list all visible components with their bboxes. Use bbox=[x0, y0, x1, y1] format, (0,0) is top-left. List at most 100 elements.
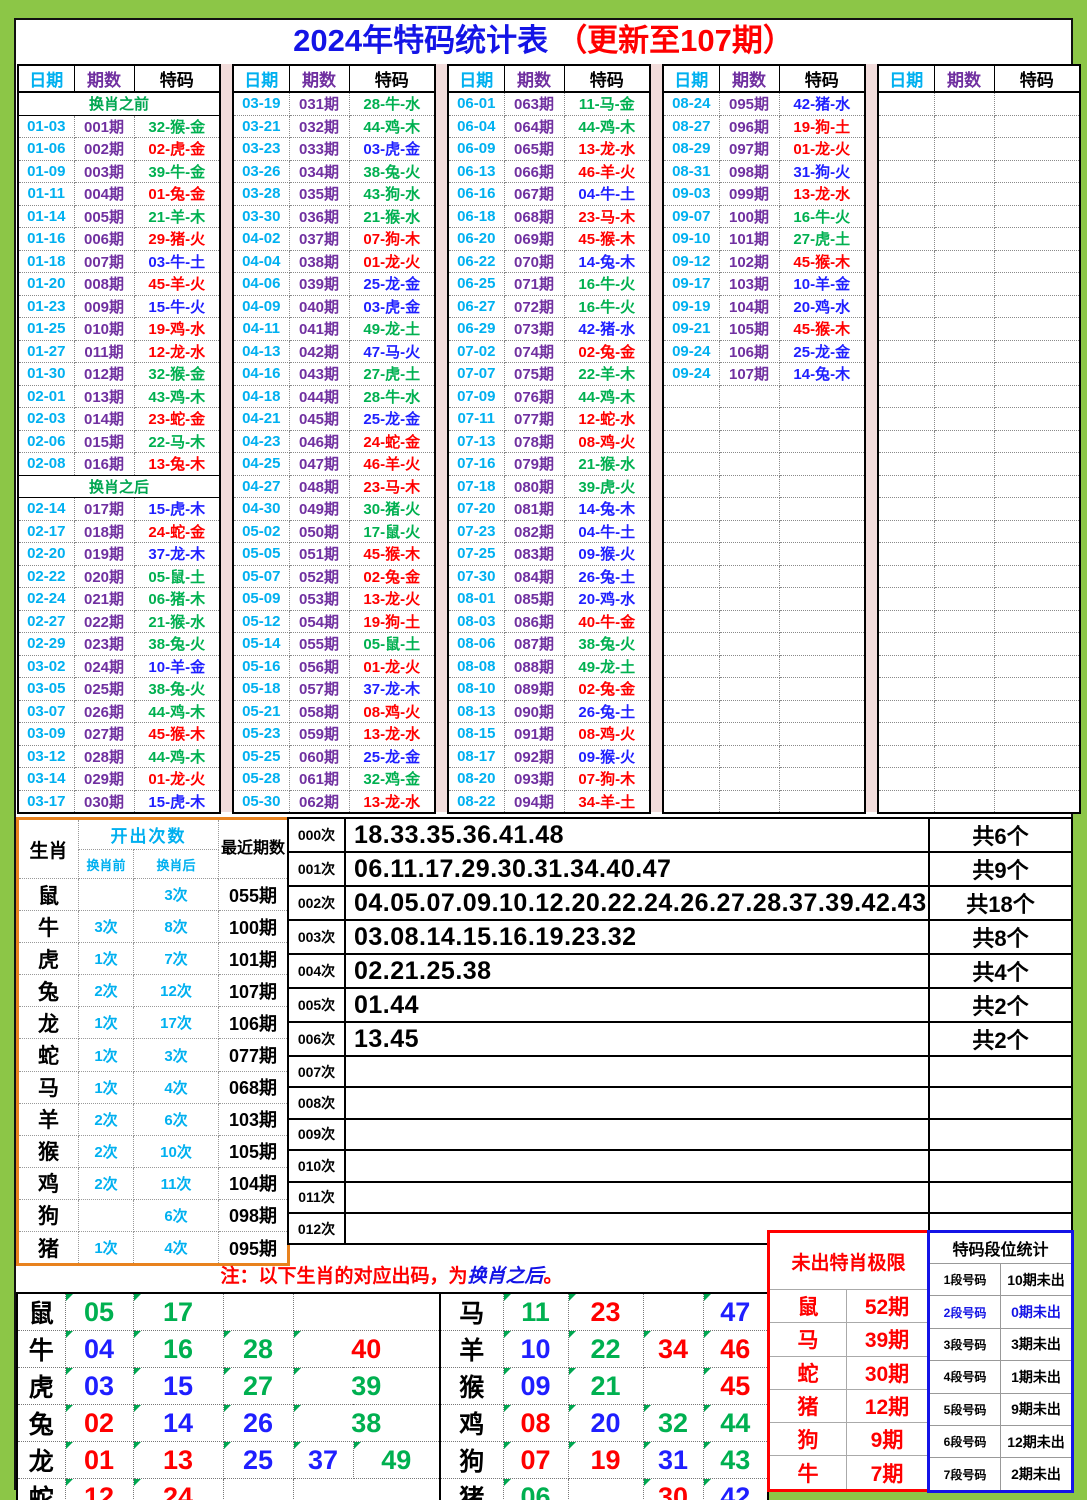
zodiac-cell: 蛇 bbox=[18, 1039, 79, 1071]
note-suffix: 。 bbox=[544, 1266, 563, 1287]
date-cell: 04-13 bbox=[233, 340, 289, 363]
grid-row: 03-12028期44-鸡-木 bbox=[18, 745, 220, 768]
date-cell bbox=[663, 498, 719, 521]
date-cell: 07-16 bbox=[448, 453, 504, 476]
code-cell bbox=[994, 565, 1080, 588]
date-cell: 02-17 bbox=[18, 520, 74, 543]
recent-period-cell: 068期 bbox=[219, 1071, 289, 1103]
date-cell: 05-14 bbox=[233, 633, 289, 656]
date-cell: 07-07 bbox=[448, 363, 504, 386]
grid-row: 09-03099期13-龙-水 bbox=[663, 183, 865, 206]
period-cell: 053期 bbox=[289, 588, 349, 611]
count-after-cell: 12次 bbox=[134, 975, 219, 1007]
count-after-cell: 11次 bbox=[134, 1167, 219, 1199]
missing-period-cell: 39期 bbox=[847, 1323, 929, 1356]
grid-row: 05-05051期45-猴-木 bbox=[233, 543, 435, 566]
frequency-count-cell: 共2个 bbox=[929, 1022, 1072, 1056]
code-cell: 45-猴-木 bbox=[564, 228, 650, 251]
period-cell: 042期 bbox=[289, 340, 349, 363]
code-cell: 03-虎-金 bbox=[349, 138, 435, 161]
grid-row bbox=[878, 273, 1080, 296]
period-cell: 007期 bbox=[74, 250, 134, 273]
grid-row bbox=[878, 565, 1080, 588]
grid-row: 02-03014期23-蛇-金 bbox=[18, 408, 220, 431]
period-cell: 101期 bbox=[719, 228, 779, 251]
period-cell bbox=[934, 610, 994, 633]
code-cell bbox=[994, 700, 1080, 723]
date-cell bbox=[878, 318, 934, 341]
grid-row bbox=[663, 745, 865, 768]
frequency-numbers-cell: 13.45 bbox=[345, 1022, 929, 1056]
number-cell: 32 bbox=[643, 1405, 703, 1442]
date-cell: 01-06 bbox=[18, 138, 74, 161]
period-cell: 090期 bbox=[504, 700, 564, 723]
grid-row bbox=[663, 655, 865, 678]
grid-header-date: 日期 bbox=[663, 65, 719, 92]
code-cell: 02-兔-金 bbox=[564, 678, 650, 701]
frequency-count-cell: 共8个 bbox=[929, 920, 1072, 954]
grid-row: 05-12054期19-狗-土 bbox=[233, 610, 435, 633]
grid-group-5: 日期期数特码 bbox=[877, 64, 1081, 814]
grid-row bbox=[878, 205, 1080, 228]
grid-group-3: 日期期数特码06-01063期11-马-金06-04064期44-鸡-木06-0… bbox=[447, 64, 651, 814]
code-cell bbox=[994, 588, 1080, 611]
grid-row: 06-27072期16-牛-火 bbox=[448, 295, 650, 318]
code-cell: 15-虎-木 bbox=[134, 790, 220, 813]
period-cell: 010期 bbox=[74, 318, 134, 341]
date-cell bbox=[878, 768, 934, 791]
zodiac-stats-table: 生肖 开出次数 最近期数 换肖前 换肖后 鼠3次055期牛3次8次100期虎1次… bbox=[16, 817, 290, 1266]
count-before-cell: 3次 bbox=[79, 911, 134, 943]
grid-row bbox=[878, 768, 1080, 791]
grid-row: 02-08016期13-兔-木 bbox=[18, 453, 220, 476]
period-cell: 092期 bbox=[504, 745, 564, 768]
date-cell bbox=[878, 430, 934, 453]
recent-period-cell: 077期 bbox=[219, 1039, 289, 1071]
zodiac-numbers-row: 猴092145 bbox=[440, 1368, 768, 1405]
zodiac-stats-row: 马1次4次068期 bbox=[18, 1071, 289, 1103]
date-cell: 04-09 bbox=[233, 295, 289, 318]
period-cell bbox=[934, 115, 994, 138]
grid-row: 03-07026期44-鸡-木 bbox=[18, 700, 220, 723]
period-cell: 029期 bbox=[74, 768, 134, 791]
date-cell: 05-28 bbox=[233, 768, 289, 791]
code-cell bbox=[779, 543, 865, 566]
date-cell bbox=[663, 700, 719, 723]
code-cell: 13-龙-水 bbox=[779, 183, 865, 206]
zodiac-cell: 马 bbox=[440, 1293, 503, 1331]
grid-row: 09-07100期16-牛-火 bbox=[663, 205, 865, 228]
grid-row: 08-29097期01-龙-火 bbox=[663, 138, 865, 161]
code-cell: 07-狗-木 bbox=[349, 228, 435, 251]
zodiac-cell: 牛 bbox=[18, 911, 79, 943]
frequency-label-cell: 012次 bbox=[288, 1213, 345, 1244]
recent-period-cell: 101期 bbox=[219, 943, 289, 975]
grid-row bbox=[878, 543, 1080, 566]
date-cell: 09-03 bbox=[663, 183, 719, 206]
grid-row bbox=[878, 655, 1080, 678]
frequency-numbers-cell bbox=[345, 1119, 929, 1150]
frequency-label-cell: 003次 bbox=[288, 920, 345, 954]
code-cell: 42-猪-水 bbox=[779, 92, 865, 115]
zodiac-stats-row: 羊2次6次103期 bbox=[18, 1103, 289, 1135]
date-cell: 05-07 bbox=[233, 565, 289, 588]
frequency-row: 001次06.11.17.29.30.31.34.40.47共9个 bbox=[288, 852, 1072, 886]
frequency-row: 007次 bbox=[288, 1056, 1072, 1087]
code-cell: 32-鸡-金 bbox=[349, 768, 435, 791]
zodiac-stats-row: 龙1次17次106期 bbox=[18, 1007, 289, 1039]
period-cell: 104期 bbox=[719, 295, 779, 318]
period-cell bbox=[719, 475, 779, 498]
results-grid: 日期期数特码换肖之前01-03001期32-猴-金01-06002期02-虎-金… bbox=[17, 64, 1070, 812]
code-cell bbox=[994, 340, 1080, 363]
number-cell bbox=[293, 1293, 440, 1331]
period-cell bbox=[934, 700, 994, 723]
number-cell: 02 bbox=[65, 1405, 133, 1442]
grid-header-date: 日期 bbox=[878, 65, 934, 92]
zodiac-cell: 龙 bbox=[17, 1442, 65, 1479]
grid-row: 08-20093期07-狗-木 bbox=[448, 768, 650, 791]
number-cell: 03 bbox=[65, 1368, 133, 1405]
grid-row: 03-26034期38-兔-火 bbox=[233, 160, 435, 183]
code-cell: 46-羊-火 bbox=[349, 453, 435, 476]
column-separator bbox=[866, 64, 877, 812]
missing-zodiac-cell: 狗 bbox=[769, 1423, 847, 1456]
date-cell bbox=[663, 475, 719, 498]
date-cell: 01-20 bbox=[18, 273, 74, 296]
